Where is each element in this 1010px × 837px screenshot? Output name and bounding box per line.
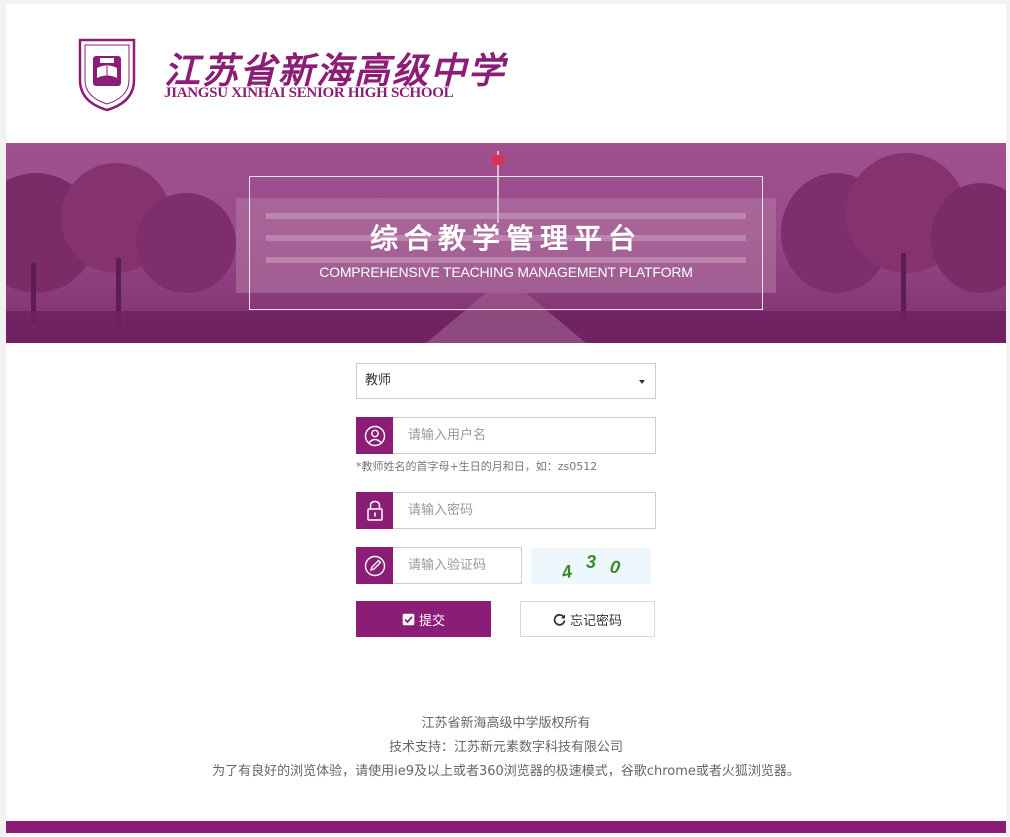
tech-support-text: 技术支持：江苏新元素数字科技有限公司 (388, 740, 623, 755)
bottom-bar (6, 821, 1006, 833)
footer: 江苏省新海高级中学版权所有 技术支持：江苏新元素数字科技有限公司 为了有良好的浏… (6, 712, 1006, 784)
copyright-text: 江苏省新海高级中学版权所有 (421, 716, 591, 731)
captcha-image[interactable]: 4 3 0 (531, 548, 651, 584)
forgot-label: 忘记密码 (569, 612, 622, 628)
submit-label: 提交 (418, 612, 445, 628)
browser-tip-text: 为了有良好的浏览体验，请使用ie9及以上或者360浏览器的极速模式，谷歌chro… (212, 764, 800, 779)
role-select[interactable]: 教师 (356, 363, 656, 399)
lock-icon (356, 492, 393, 529)
banner-frame: 综合教学管理平台 COMPREHENSIVE TEACHING MANAGEME… (249, 176, 763, 310)
refresh-icon (553, 613, 566, 626)
header: 江苏省新海高级中学 JIANGSU XINHAI SENIOR HIGH SCH… (6, 4, 1006, 143)
check-square-icon (402, 613, 415, 625)
forgot-password-button[interactable]: 忘记密码 (520, 601, 655, 637)
password-field (356, 492, 656, 529)
submit-button[interactable]: 提交 (356, 601, 491, 637)
role-select-value: 教师 (365, 373, 392, 388)
captcha-char: 4 (559, 560, 574, 583)
user-icon (356, 417, 393, 454)
captcha-field (356, 547, 522, 584)
pencil-icon (356, 547, 393, 584)
school-emblem-icon (78, 38, 136, 112)
username-field (356, 417, 656, 454)
login-page: 江苏省新海高级中学 JIANGSU XINHAI SENIOR HIGH SCH… (6, 4, 1006, 837)
username-input[interactable] (394, 418, 655, 453)
caret-down-icon (639, 380, 645, 384)
platform-title-en: COMPREHENSIVE TEACHING MANAGEMENT PLATFO… (319, 264, 693, 280)
captcha-char: 0 (608, 555, 622, 578)
password-input[interactable] (394, 493, 655, 528)
captcha-input[interactable] (394, 548, 521, 583)
username-hint: *教师姓名的首字母+生日的月和日，如：zs0512 (356, 460, 598, 473)
school-name-en: JIANGSU XINHAI SENIOR HIGH SCHOOL (164, 85, 454, 101)
platform-title-cn: 综合教学管理平台 (369, 222, 642, 255)
captcha-char: 3 (585, 551, 596, 572)
banner: 综合教学管理平台 COMPREHENSIVE TEACHING MANAGEME… (6, 143, 1006, 343)
